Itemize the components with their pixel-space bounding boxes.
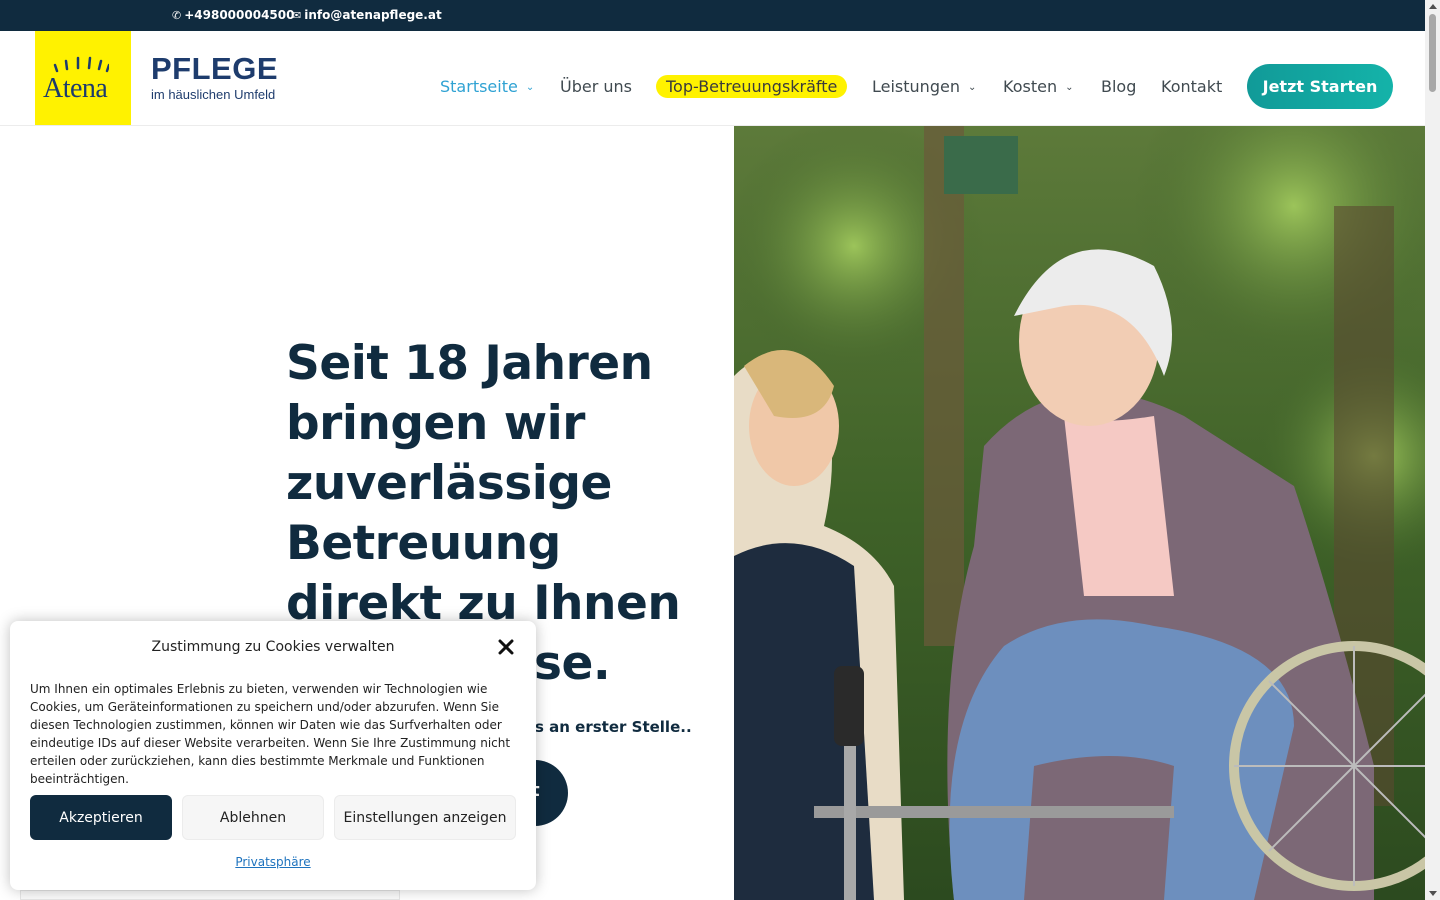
cookie-title: Zustimmung zu Cookies verwalten bbox=[151, 639, 395, 655]
chevron-down-icon: ⌄ bbox=[525, 81, 535, 93]
logo[interactable]: Atena bbox=[35, 31, 131, 125]
hero-image-art bbox=[734, 126, 1425, 900]
phone-icon: ✆ bbox=[172, 8, 182, 22]
nav-item-label: Startseite bbox=[440, 76, 518, 96]
cookie-shadow-bar bbox=[20, 890, 400, 900]
nav-item-label: Kontakt bbox=[1161, 76, 1223, 96]
email-address: info@atenapflege.at bbox=[304, 8, 442, 22]
brand-subtitle: im häuslichen Umfeld bbox=[151, 87, 276, 102]
hero-image bbox=[734, 126, 1425, 900]
nav-item-kontakt[interactable]: Kontakt bbox=[1161, 74, 1222, 98]
headline-line: Betreuung bbox=[286, 516, 561, 571]
nav-item-label: Kosten bbox=[1003, 76, 1058, 96]
privacy-link[interactable]: Privatsphäre bbox=[10, 855, 536, 869]
brand-title[interactable]: PFLEGE bbox=[151, 51, 278, 87]
jetzt-starten-button[interactable]: Jetzt Starten bbox=[1247, 64, 1393, 109]
headline-line: Seit 18 Jahren bbox=[286, 336, 653, 391]
nav-item-label: Über uns bbox=[560, 76, 632, 96]
scrollbar-thumb[interactable] bbox=[1429, 14, 1436, 92]
scroll-up-icon[interactable] bbox=[1429, 4, 1437, 9]
cookie-consent-dialog: Zustimmung zu Cookies verwalten Um Ihnen… bbox=[10, 621, 536, 890]
phone-link[interactable]: ✆ +498000004500 bbox=[172, 8, 294, 22]
accept-button[interactable]: Akzeptieren bbox=[30, 795, 172, 840]
logo-word: Atena bbox=[43, 73, 108, 104]
deny-button[interactable]: Ablehnen bbox=[182, 795, 324, 840]
crown-icon bbox=[53, 56, 109, 73]
scroll-down-icon[interactable] bbox=[1429, 891, 1437, 896]
envelope-icon: ✉ bbox=[292, 8, 302, 22]
headline-line: bringen wir bbox=[286, 396, 585, 451]
headline-line: zuverlässige bbox=[286, 456, 612, 511]
close-icon[interactable] bbox=[497, 638, 515, 656]
cookie-text: Um Ihnen ein optimales Erlebnis zu biete… bbox=[30, 682, 511, 786]
nav-item-startseite[interactable]: Startseite ⌄ bbox=[440, 74, 534, 98]
email-link[interactable]: ✉ info@atenapflege.at bbox=[292, 8, 442, 22]
nav-item-leistungen[interactable]: Leistungen ⌄ bbox=[872, 74, 976, 98]
nav-item-kosten[interactable]: Kosten ⌄ bbox=[1003, 74, 1073, 98]
nav-item-top-betreuungskraefte[interactable]: Top-Betreuungskräfte bbox=[656, 74, 848, 98]
scrollbar[interactable] bbox=[1425, 0, 1440, 900]
nav-item-label: Top-Betreuungskräfte bbox=[656, 74, 848, 98]
nav-item-label: Leistungen bbox=[872, 76, 960, 96]
nav-item-ueber-uns[interactable]: Über uns bbox=[560, 74, 632, 98]
chevron-down-icon: ⌄ bbox=[967, 81, 977, 93]
nav-item-label: Blog bbox=[1101, 76, 1137, 96]
site-header: Atena PFLEGE im häuslichen Umfeld Starts… bbox=[0, 31, 1425, 126]
top-bar: ✆ +498000004500 ✉ info@atenapflege.at bbox=[0, 0, 1425, 31]
show-settings-button[interactable]: Einstellungen anzeigen bbox=[334, 795, 516, 840]
phone-number: +498000004500 bbox=[184, 8, 295, 22]
chevron-down-icon: ⌄ bbox=[1065, 81, 1074, 93]
nav-item-blog[interactable]: Blog bbox=[1101, 74, 1136, 98]
